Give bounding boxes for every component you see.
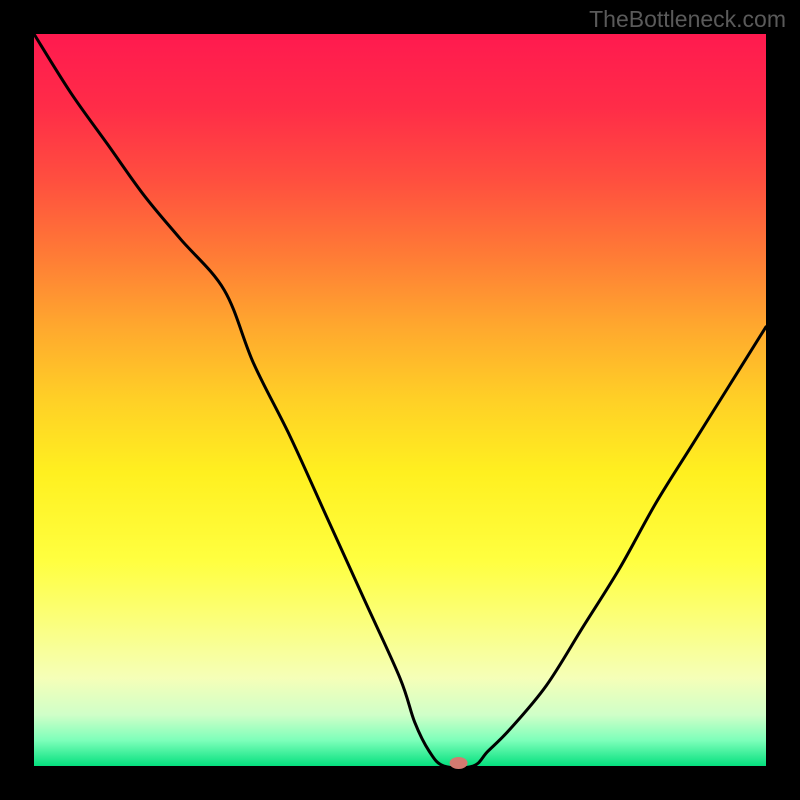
bottleneck-chart: TheBottleneck.com <box>0 0 800 800</box>
optimum-marker <box>450 757 468 769</box>
plot-background <box>34 34 766 766</box>
watermark-text: TheBottleneck.com <box>589 6 786 33</box>
chart-svg <box>0 0 800 800</box>
